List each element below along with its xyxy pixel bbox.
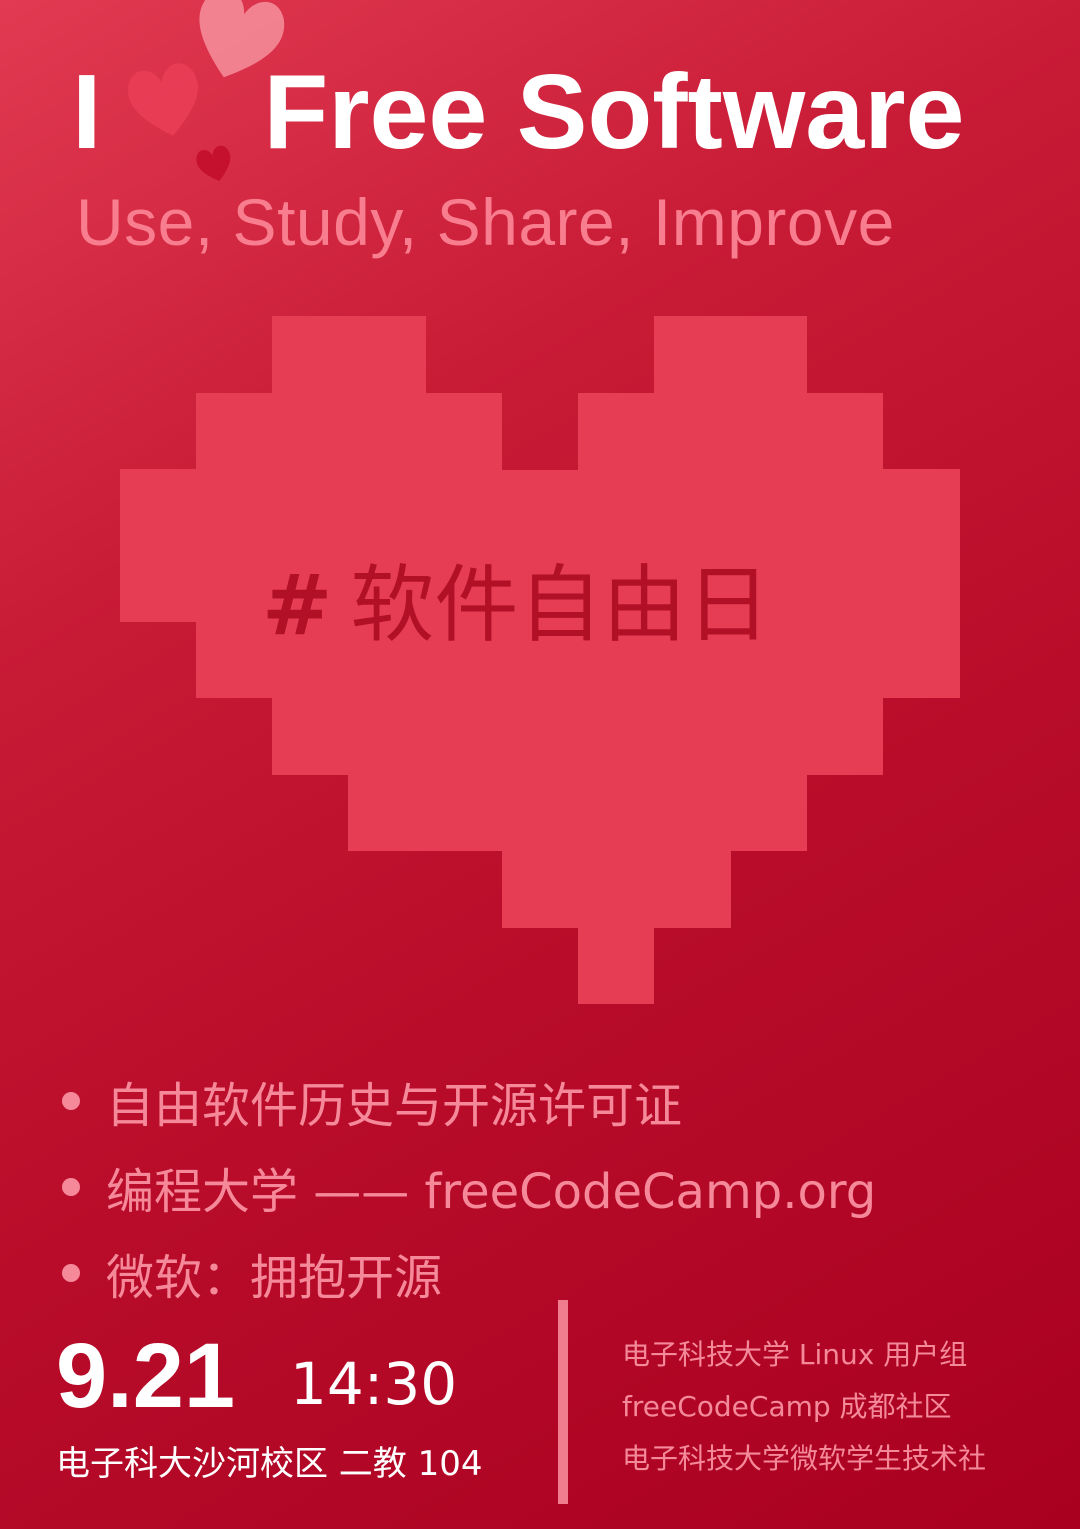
organizer-item: 电子科技大学 Linux 用户组 <box>622 1338 968 1371</box>
topic-item: 编程大学 —— freeCodeCamp.org <box>62 1144 876 1230</box>
headline-i: I <box>72 53 102 171</box>
bullet-icon <box>62 1178 80 1196</box>
small-heart-icon <box>196 145 231 182</box>
bullet-icon <box>62 1264 80 1282</box>
headline-free-software: Free Software <box>263 53 965 171</box>
hearts-icon <box>128 0 285 182</box>
topic-item: 微软：拥抱开源 <box>62 1230 876 1316</box>
bullet-icon <box>62 1092 80 1110</box>
event-date: 9.21 <box>56 1325 236 1427</box>
divider <box>558 1300 568 1504</box>
topic-item: 自由软件历史与开源许可证 <box>62 1058 876 1144</box>
hashtag-text: 软件自由日 <box>350 556 771 654</box>
event-time: 14:30 <box>290 1350 458 1418</box>
mid-heart-icon <box>128 63 198 136</box>
hashtag-symbol: # <box>262 556 333 654</box>
event-venue: 电子科大沙河校区 二教 104 <box>56 1444 483 1484</box>
organizer-item: freeCodeCamp 成都社区 <box>622 1390 952 1423</box>
organizer-list: 电子科技大学 Linux 用户组 freeCodeCamp 成都社区 电子科技大… <box>622 1334 986 1490</box>
hashtag: # 软件自由日 <box>262 555 770 655</box>
big-heart-icon <box>199 0 285 78</box>
topic-text: 编程大学 —— freeCodeCamp.org <box>106 1164 877 1220</box>
poster: I Free Software Use, Study, Share, Impro… <box>0 0 1080 1529</box>
subtitle: Use, Study, Share, Improve <box>76 185 895 259</box>
pixel-heart-icon <box>120 316 960 1004</box>
topic-text: 微软：拥抱开源 <box>106 1250 443 1306</box>
topic-text: 自由软件历史与开源许可证 <box>106 1078 683 1134</box>
organizer-item: 电子科技大学微软学生技术社 <box>622 1442 987 1475</box>
topic-list: 自由软件历史与开源许可证 编程大学 —— freeCodeCamp.org 微软… <box>62 1058 876 1316</box>
